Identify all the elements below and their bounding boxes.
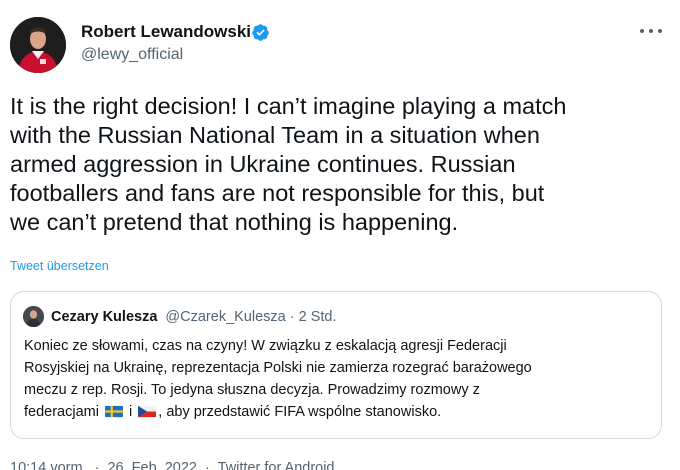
quoted-text-segment: i: [129, 404, 133, 420]
tweet-text-line: with the Russian National Team in a situ…: [10, 122, 540, 148]
tweet-text-line: footballers and fans are not responsible…: [10, 180, 545, 206]
quoted-text-segment: , aby przedstawić FIFA wspólne stanowisk…: [158, 404, 442, 420]
quoted-text-line: meczu z rep. Rosji. To jedyna słuszna de…: [24, 382, 480, 398]
tweet-source[interactable]: Twitter for Android: [218, 460, 335, 470]
quoted-timestamp[interactable]: 2 Std.: [299, 309, 337, 325]
tweet-text-line: It is the right decision! I can’t imagin…: [10, 93, 567, 119]
tweet-date[interactable]: 26. Feb. 2022: [107, 460, 197, 470]
quoted-text-line: Koniec ze słowami, czas na czyny! W zwią…: [24, 338, 507, 354]
translate-tweet-link[interactable]: Tweet übersetzen: [10, 259, 109, 273]
tweet-text-line: we can’t pretend that nothing is happeni…: [10, 209, 459, 235]
quoted-author-avatar[interactable]: [23, 306, 44, 327]
tweet-text-line: armed aggression in Ukraine continues. R…: [10, 151, 516, 177]
quoted-text-line: federacjami i , aby przedstawić FIFA wsp…: [24, 401, 654, 423]
meta-separator: ·: [94, 460, 100, 470]
czech-flag-icon: [138, 405, 157, 418]
verified-badge-icon: [252, 24, 269, 41]
more-dot: [649, 29, 653, 33]
author-name[interactable]: Robert Lewandowski: [81, 22, 251, 42]
tweet-text: It is the right decision! I can’t imagin…: [10, 92, 670, 237]
quoted-author-name[interactable]: Cezary Kulesza: [51, 309, 157, 325]
tweet-card: Robert Lewandowski @lewy_official It is …: [0, 0, 680, 470]
quoted-text-segment: federacjami: [24, 404, 99, 420]
more-options-icon[interactable]: [640, 24, 662, 38]
quoted-author-handle[interactable]: @Czarek_Kulesza: [165, 309, 285, 325]
quoted-separator: ·: [289, 309, 295, 325]
quoted-tweet[interactable]: Cezary Kulesza @Czarek_Kulesza · 2 Std. …: [10, 291, 662, 439]
quoted-author-avatar-image: [23, 306, 44, 327]
tweet-time[interactable]: 10:14 vorm.: [10, 460, 87, 470]
more-dot: [658, 29, 662, 33]
sweden-flag-icon: [104, 405, 123, 418]
more-dot: [640, 29, 644, 33]
quoted-text-line: Rosyjskiej na Ukrainę, reprezentacja Pol…: [24, 360, 532, 376]
author-handle[interactable]: @lewy_official: [81, 46, 183, 64]
quoted-tweet-header: Cezary Kulesza @Czarek_Kulesza · 2 Std.: [51, 309, 337, 325]
author-avatar[interactable]: [10, 17, 66, 73]
tweet-metadata: 10:14 vorm. · 26. Feb. 2022 · Twitter fo…: [10, 460, 339, 470]
author-avatar-image: [10, 17, 66, 73]
meta-separator: ·: [205, 460, 210, 470]
quoted-tweet-text: Koniec ze słowami, czas na czyny! W zwią…: [24, 335, 654, 423]
